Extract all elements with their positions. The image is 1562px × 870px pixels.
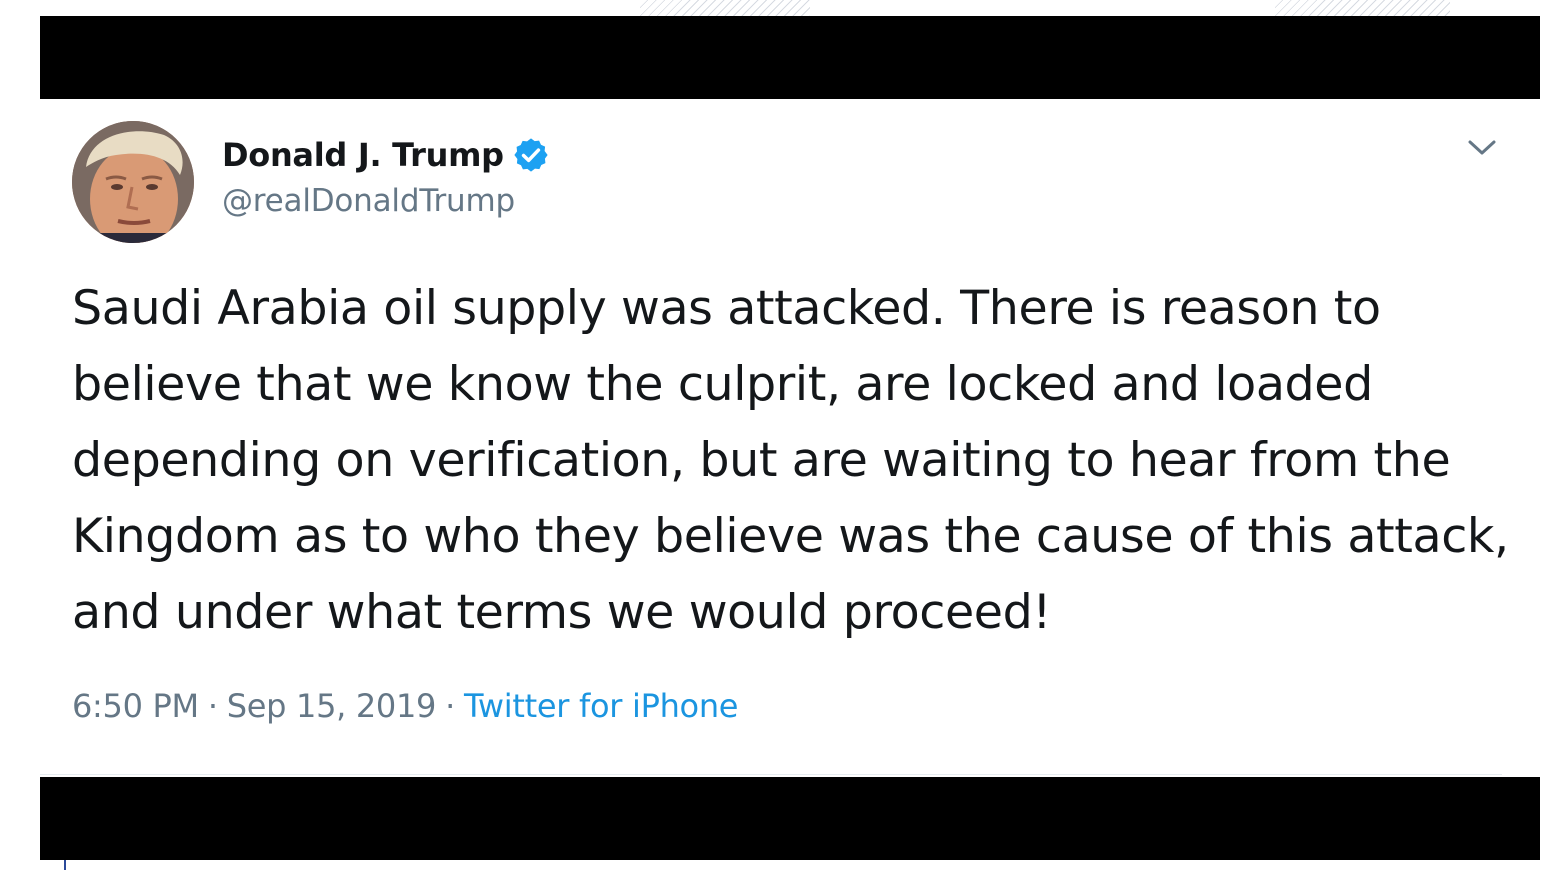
author-handle[interactable]: @realDonaldTrump [222, 183, 515, 219]
meta-separator: · [445, 687, 455, 725]
tweet-card: Donald J. Trump @realDonaldTrump Saudi A… [40, 99, 1540, 777]
decorative-hatch-right [1275, 0, 1450, 16]
avatar[interactable] [72, 121, 194, 243]
author-name-row[interactable]: Donald J. Trump [222, 133, 550, 177]
decorative-hatch-left [640, 0, 810, 16]
tweet-source-link[interactable]: Twitter for iPhone [464, 687, 739, 725]
meta-separator: · [207, 687, 218, 725]
accent-line [64, 860, 66, 870]
tweet-date[interactable]: Sep 15, 2019 [227, 687, 437, 725]
screenshot-page: Donald J. Trump @realDonaldTrump Saudi A… [0, 0, 1562, 870]
tweet-text: Saudi Arabia oil supply was attacked. Th… [72, 281, 1509, 640]
black-bar-top [40, 16, 1540, 99]
card-divider [40, 774, 1502, 775]
author-display-name[interactable]: Donald J. Trump [222, 136, 504, 174]
tweet-meta: 6:50 PM · Sep 15, 2019 · Twitter for iPhone [72, 687, 739, 725]
avatar-portrait [72, 121, 194, 243]
verified-badge-icon [514, 138, 548, 172]
chevron-down-icon[interactable] [1464, 133, 1500, 161]
black-bar-bottom [40, 777, 1540, 860]
tweet-time[interactable]: 6:50 PM [72, 687, 199, 725]
